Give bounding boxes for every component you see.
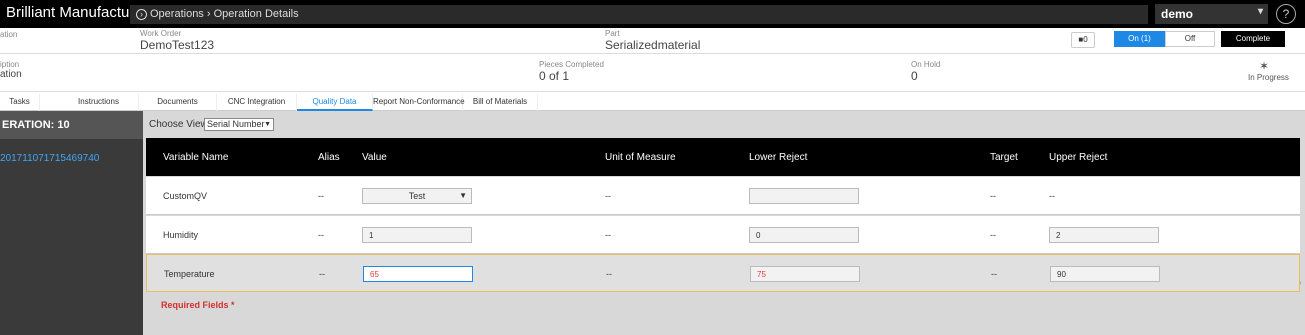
col-variable-name: Variable Name — [163, 152, 229, 163]
chevron-down-icon: ▾ — [1257, 6, 1263, 17]
caret-down-icon: ▼ — [264, 121, 271, 128]
required-fields-note: Required Fields * — [161, 300, 235, 310]
target: -- — [991, 269, 997, 279]
tab-tasks[interactable]: Tasks — [0, 94, 40, 111]
header-row-2: iption ation Pieces Completed 0 of 1 On … — [0, 55, 1305, 92]
lower-reject-input[interactable] — [749, 188, 859, 204]
choose-view-label: Choose View — [149, 119, 208, 130]
tab-report-non-conformance[interactable]: Report Non-Conformance — [373, 94, 465, 111]
variable-name: Temperature — [164, 269, 215, 279]
alias: -- — [319, 269, 325, 279]
table-row: CustomQV -- Test ▼ -- -- -- — [146, 177, 1300, 215]
pieces-completed-label: Pieces Completed — [539, 60, 604, 69]
target: -- — [990, 191, 996, 201]
pieces-completed-value: 0 of 1 — [539, 69, 570, 83]
col-alias: Alias — [318, 152, 340, 163]
status-label: In Progress — [1248, 73, 1289, 82]
top-bar: Brilliant Manufacturing › Operations › Op… — [0, 0, 1305, 28]
part-label: Part — [605, 29, 620, 38]
value-select[interactable]: Test ▼ — [362, 188, 472, 204]
upper-reject-input[interactable]: 2 — [1049, 227, 1159, 243]
tab-quality-data[interactable]: Quality Data — [297, 94, 373, 111]
variable-name: Humidity — [163, 230, 199, 240]
value-select-text: Test — [408, 191, 426, 201]
breadcrumb-operations[interactable]: Operations — [150, 8, 204, 20]
unit-of-measure: -- — [605, 230, 611, 240]
work-order-label: Work Order — [140, 29, 182, 38]
part-value: Serializedmaterial — [605, 38, 701, 52]
alias: -- — [318, 230, 324, 240]
caret-down-icon: ▼ — [459, 191, 467, 200]
lower-reject-input[interactable]: 75 — [750, 266, 860, 282]
tab-documents[interactable]: Documents — [139, 94, 217, 111]
table-row: Temperature -- 65 -- 75 -- 90 — [146, 254, 1300, 292]
header-row-1: ation Work Order DemoTest123 Part Serial… — [0, 28, 1305, 54]
unit-of-measure: -- — [606, 269, 612, 279]
quality-data-panel: Choose View Serial Number ▼ Variable Nam… — [143, 111, 1305, 335]
running-person-icon: ✶ — [1259, 59, 1270, 73]
value-input[interactable]: 1 — [362, 227, 472, 243]
description-label: iption — [0, 60, 20, 69]
work-order-value: DemoTest123 — [140, 38, 215, 52]
value-input[interactable]: 65 — [363, 266, 473, 282]
tab-instructions[interactable]: Instructions — [59, 94, 139, 111]
user-dropdown[interactable]: demo ▾ — [1155, 4, 1268, 24]
description-value: ation — [0, 69, 22, 80]
user-name: demo — [1161, 7, 1194, 21]
tab-bar: Tasks Instructions Documents CNC Integra… — [0, 92, 1305, 111]
toggle-off-button[interactable]: Off — [1165, 31, 1215, 47]
alias: -- — [318, 191, 324, 201]
comments-button[interactable]: ■0 — [1071, 32, 1095, 48]
help-icon[interactable]: ? — [1276, 4, 1296, 24]
upper-reject-input[interactable]: 90 — [1050, 266, 1160, 282]
operation-label: ation — [0, 30, 18, 39]
toggle-on-button[interactable]: On (1) — [1114, 31, 1165, 47]
serial-number-link[interactable]: 201711071715469740 — [0, 153, 99, 164]
variable-name: CustomQV — [163, 191, 208, 201]
complete-button[interactable]: Complete — [1221, 31, 1285, 47]
col-value: Value — [362, 152, 387, 163]
col-unit-of-measure: Unit of Measure — [605, 152, 676, 163]
choose-view-value: Serial Number — [207, 119, 265, 129]
breadcrumb-separator: › — [206, 8, 211, 20]
circle-arrow-icon: › — [136, 9, 147, 20]
tab-cnc-integration[interactable]: CNC Integration — [217, 94, 297, 111]
table-header: Variable Name Alias Value Unit of Measur… — [146, 138, 1300, 176]
col-upper-reject: Upper Reject — [1049, 152, 1108, 163]
on-hold-value: 0 — [911, 69, 918, 83]
breadcrumb: › Operations › Operation Details — [130, 5, 1148, 24]
unit-of-measure: -- — [605, 191, 611, 201]
tab-bill-of-materials[interactable]: Bill of Materials — [463, 94, 538, 111]
scroll-right-icon[interactable]: › — [1299, 278, 1305, 288]
choose-view-select[interactable]: Serial Number ▼ — [204, 118, 274, 131]
operation-heading: ERATION: 10 — [0, 111, 143, 139]
col-lower-reject: Lower Reject — [749, 152, 808, 163]
left-panel: ERATION: 10 201711071715469740 — [0, 111, 143, 335]
on-hold-label: On Hold — [911, 60, 941, 69]
target: -- — [990, 230, 996, 240]
lower-reject-input[interactable]: 0 — [749, 227, 859, 243]
breadcrumb-current: Operation Details — [213, 8, 299, 20]
col-target: Target — [990, 152, 1018, 163]
table-row: Humidity -- 1 -- 0 -- 2 — [146, 216, 1300, 254]
upper-reject: -- — [1049, 191, 1055, 201]
comments-count: 0 — [1083, 35, 1088, 44]
